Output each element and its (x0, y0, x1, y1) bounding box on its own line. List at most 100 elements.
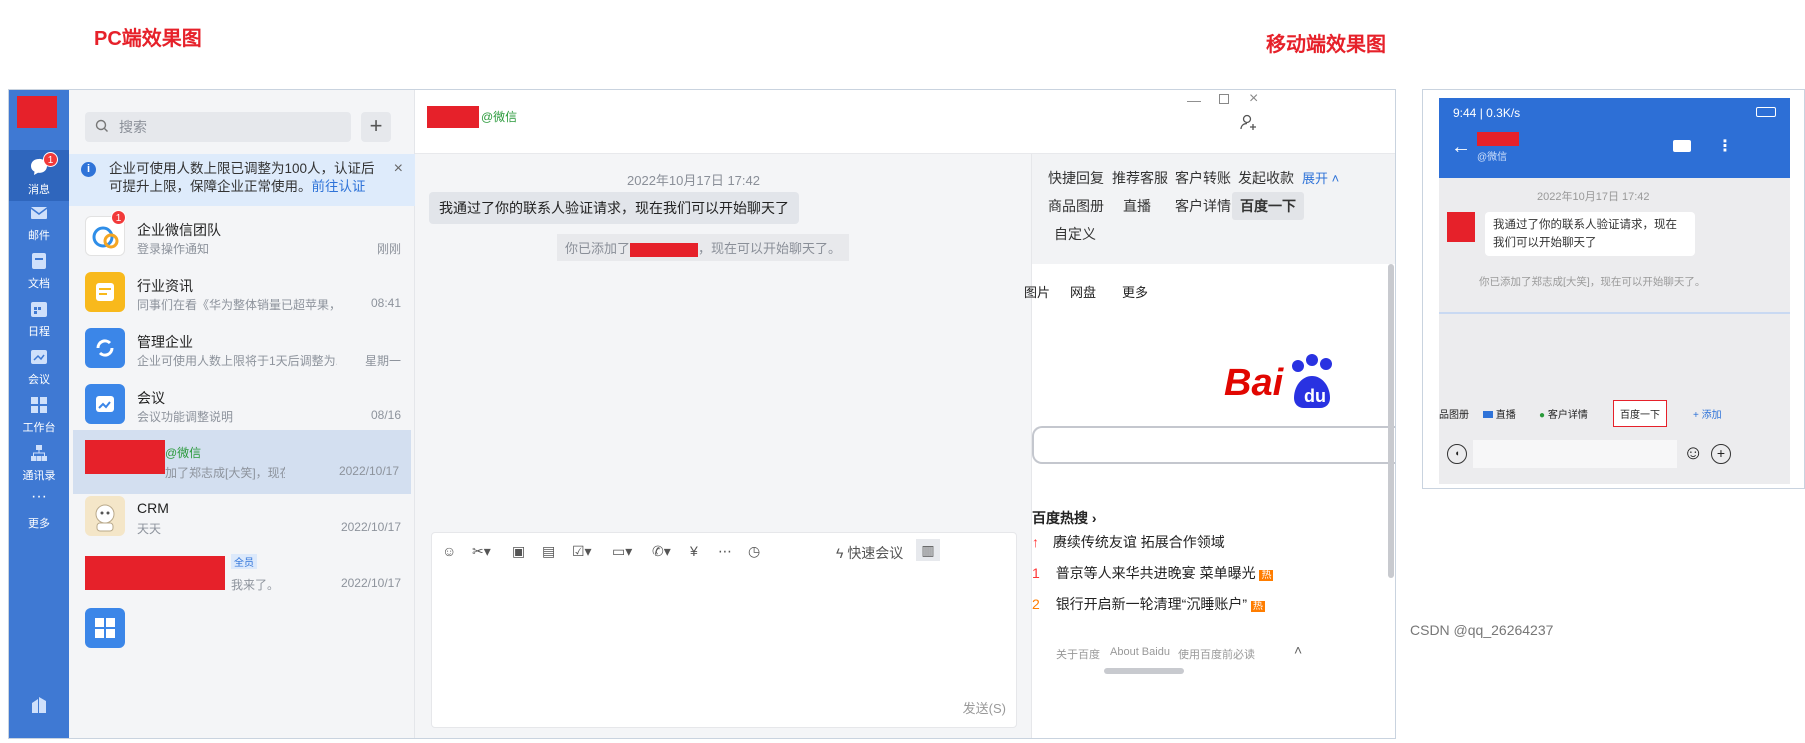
conversation-item[interactable]: 1 企业微信团队 登录操作通知 刚刚 (85, 206, 403, 270)
mobile-emoji-icon[interactable]: ☺ (1683, 442, 1703, 465)
rail-item-docs[interactable]: 文档 (9, 250, 69, 291)
rail-item-bottom[interactable] (9, 694, 69, 719)
message-editor[interactable]: ☺ ✂▾ ▣ ▤ ☑▾ ▭▾ ✆▾ ¥ ⋯ ◷ ϟ 快速会议 ▥ 发送(S) (431, 532, 1017, 728)
tool-live[interactable]: 直播 (1123, 196, 1151, 216)
mobile-caption: 移动端效果图 (1266, 34, 1386, 56)
horizontal-scrollbar[interactable] (1104, 668, 1184, 674)
mobile-add-button[interactable]: + 添加 (1693, 406, 1722, 421)
baidu-search-box[interactable] (1032, 426, 1395, 464)
quick-meeting-button[interactable]: ϟ 快速会议 (836, 543, 903, 563)
conversation-preview: 会议功能调整说明 (137, 410, 234, 424)
conversation-item[interactable] (85, 598, 403, 662)
payment-icon[interactable]: ¥ (690, 543, 698, 559)
pin-icon: ↑ (1032, 534, 1039, 550)
history-icon[interactable]: ◷ (748, 543, 760, 560)
minimize-icon[interactable]: — (1187, 92, 1201, 108)
add-button[interactable]: + (361, 112, 391, 142)
rail-item-contacts[interactable]: 通讯录 (9, 442, 69, 483)
mobile-message-bubble[interactable]: 我通过了你的联系人验证请求，现在我们可以开始聊天了 (1485, 212, 1695, 256)
rail-item-calendar[interactable]: 日程 (9, 298, 69, 339)
conversation-time: 2022/10/17 (340, 520, 401, 534)
redacted-avatar (85, 440, 165, 474)
sidebar-toggle-icon[interactable]: ▥ (916, 539, 940, 561)
quick-tools: 快捷回复 推荐客服 客户转账 发起收款 展开 ˄ 商品图册 直播 客户详情 百度… (1032, 154, 1395, 264)
add-member-icon[interactable] (1239, 112, 1259, 137)
folder-icon[interactable]: ▭▾ (612, 543, 632, 560)
message-bubble[interactable]: 我通过了你的联系人验证请求，现在我们可以开始聊天了 (429, 192, 799, 224)
baidu-nav-images[interactable]: 图片 (1024, 282, 1050, 301)
rail-item-workbench[interactable]: 工作台 (9, 394, 69, 435)
close-window-icon[interactable]: × (1249, 90, 1258, 108)
meeting-avatar (85, 384, 125, 424)
tool-recommend-service[interactable]: 推荐客服 (1112, 168, 1168, 188)
mobile-add-label: 添加 (1701, 410, 1722, 421)
tool-baidu[interactable]: 百度一下 (1232, 192, 1304, 220)
conversation-item-selected[interactable]: @微信 加了郑志成[大笑]，现在... 2022/10/17 (73, 430, 411, 494)
chat-header: @微信 — × (415, 90, 1395, 154)
rail-item-messages[interactable]: 1 消息 (9, 150, 69, 201)
news-avatar (85, 272, 125, 312)
conversation-preview: 登录操作通知 (137, 242, 210, 256)
rail-item-more[interactable]: ··· 更多 (9, 489, 69, 531)
search-input[interactable]: 搜索 (85, 112, 351, 142)
hot-item[interactable]: ↑ 赓续传统友谊 拓展合作领域 (1032, 532, 1225, 552)
rail-item-mail[interactable]: 邮件 (9, 202, 69, 243)
tool-collect-payment[interactable]: 发起收款 (1238, 168, 1294, 188)
conversation-item[interactable]: CRM 天天 2022/10/17 (85, 486, 403, 550)
back-icon[interactable]: ← (1451, 136, 1471, 159)
tool-customer-transfer[interactable]: 客户转账 (1175, 168, 1231, 188)
more-menu-icon[interactable]: ⋮ (1717, 136, 1733, 156)
redacted-avatar (85, 556, 225, 590)
footer-about[interactable]: 关于百度 (1056, 646, 1100, 662)
hot-search-title[interactable]: 百度热搜 › (1032, 508, 1097, 528)
mobile-text-input[interactable] (1473, 440, 1677, 468)
voice-icon[interactable]: ◖ (1447, 444, 1467, 464)
mobile-plus-icon[interactable]: + (1711, 444, 1731, 464)
conversation-item[interactable]: 会议 会议功能调整说明 08/16 (85, 374, 403, 438)
rail-label: 更多 (28, 518, 50, 530)
expand-button[interactable]: 展开 ˄ (1302, 168, 1339, 187)
baidu-nav-more[interactable]: 更多 (1122, 282, 1148, 301)
chat-pane: @微信 — × 2022年10月17日 17:42 我通过了你的联系人验证请求，… (415, 90, 1395, 738)
more-actions-icon[interactable]: ⋯ (718, 543, 732, 560)
close-icon[interactable]: × (394, 160, 403, 178)
user-avatar[interactable] (17, 96, 57, 128)
video-call-icon[interactable] (1673, 140, 1691, 152)
note-icon[interactable]: ▤ (542, 543, 555, 560)
vertical-scrollbar[interactable] (1388, 264, 1394, 578)
tool-custom[interactable]: 自定义 (1054, 224, 1096, 244)
tool-customer-detail[interactable]: 客户详情 (1175, 196, 1231, 216)
send-button[interactable]: 发送(S) (963, 698, 1006, 717)
conversation-item[interactable]: 行业资讯 同事们在看《华为整体销量已超苹果，... 08:41 (85, 262, 403, 326)
todo-icon[interactable]: ☑▾ (572, 543, 592, 560)
mobile-tool[interactable]: ● 客户详情 (1539, 406, 1588, 421)
message-timestamp: 2022年10月17日 17:42 (627, 173, 760, 188)
conversation-item[interactable]: 全员 我来了。 2022/10/17 (85, 542, 403, 606)
phone-icon[interactable]: ✆▾ (652, 543, 671, 560)
image-icon[interactable]: ▣ (512, 543, 525, 560)
baidu-nav-disk[interactable]: 网盘 (1070, 282, 1096, 301)
rail-item-meeting[interactable]: 会议 (9, 346, 69, 387)
person-icon: ● (1539, 410, 1546, 421)
conversation-title: 企业微信团队 (137, 222, 221, 238)
emoji-icon[interactable]: ☺ (442, 543, 456, 559)
conversation-item[interactable]: 管理企业 企业可使用人数上限将于1天后调整为... 星期一 (85, 318, 403, 382)
scroll-up-icon[interactable]: ˄ (1294, 642, 1302, 658)
mobile-divider (1439, 312, 1790, 314)
verify-link[interactable]: 前往认证 (312, 179, 366, 194)
baidu-logo-text: Bai (1224, 362, 1284, 404)
tool-quick-reply[interactable]: 快捷回复 (1048, 168, 1104, 188)
mobile-tool[interactable]: 直播 (1483, 406, 1516, 421)
hot-item[interactable]: 2 银行开启新一轮清理“沉睡账户” 热 (1032, 594, 1265, 614)
footer-terms[interactable]: 使用百度前必读 (1178, 646, 1255, 662)
maximize-icon[interactable] (1219, 94, 1229, 104)
hot-item[interactable]: 1 普京等人来华共进晚宴 菜单曝光 热 (1032, 563, 1274, 583)
scissors-icon[interactable]: ✂▾ (472, 543, 491, 560)
footer-about-en[interactable]: About Baidu (1110, 646, 1170, 658)
tool-product-album[interactable]: 商品图册 (1048, 196, 1104, 216)
rail-label: 通讯录 (22, 470, 56, 482)
mobile-tool-baidu[interactable]: 百度一下 (1613, 400, 1667, 427)
app-grid-avatar (85, 608, 125, 648)
pc-caption: PC端效果图 (94, 28, 202, 50)
mobile-tool[interactable]: 品图册 (1439, 406, 1469, 421)
